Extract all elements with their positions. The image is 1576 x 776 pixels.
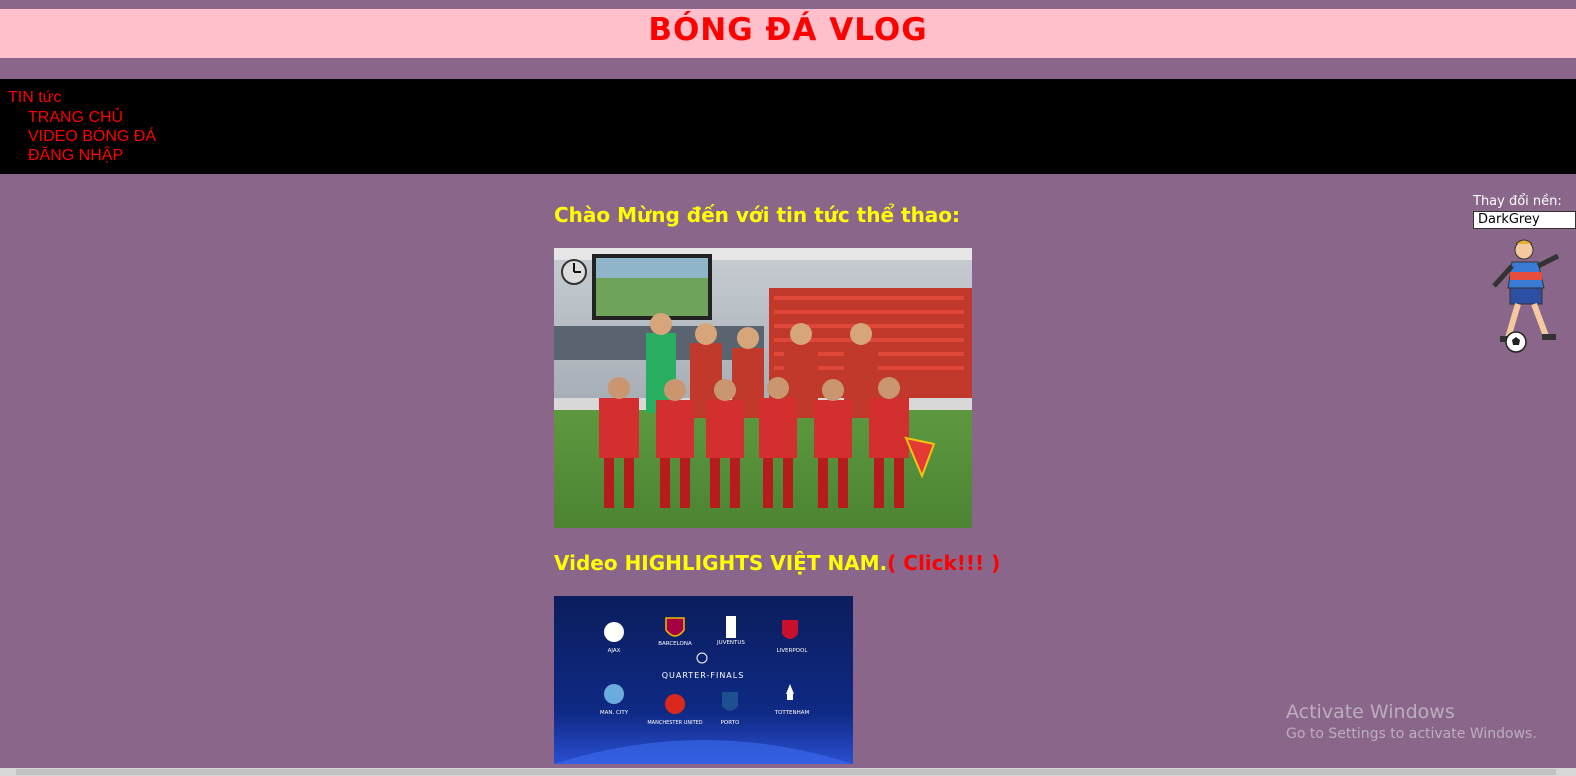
background-changer: Thay đổi nền: DarkGrey [1473,194,1576,229]
horizontal-scrollbar[interactable] [0,768,1576,776]
team-photo-illustration [554,248,972,528]
ucl-club-juventus: JUVENTUS [716,640,745,646]
football-player-clipart [1490,238,1566,358]
ucl-club-tottenham: TOTTENHAM [774,710,810,716]
ucl-club-mancity: MAN. CITY [600,710,629,716]
watermark-line1: Activate Windows [1286,701,1455,723]
video-click-link[interactable]: ( Click!!! ) [887,551,1000,575]
video-highlights-label: Video HIGHLIGHTS VIỆT NAM. [554,551,888,575]
ucl-club-barcelona: BARCELONA [658,641,692,647]
nav-submenu: TRANG CHỦ VIDEO BÓNG ĐÁ ĐĂNG NHẬP [28,108,156,165]
background-changer-label: Thay đổi nền: [1473,194,1562,209]
ucl-quarterfinals-image: AJAX BARCELONA JUVENTUS LIVERPOOL QUARTE… [554,596,853,764]
ucl-club-manutd: MANCHESTER UNITED [647,720,702,726]
nav-link-news[interactable]: TIN tức [8,89,61,107]
team-photo [554,248,972,528]
nav-item-home[interactable]: TRANG CHỦ [28,108,156,127]
nav-link-home[interactable]: TRANG CHỦ [28,108,156,127]
site-header: BÓNG ĐÁ VLOG [0,9,1576,58]
nav-item-news[interactable]: TIN tức [8,89,61,107]
main-nav: TIN tức TRANG CHỦ VIDEO BÓNG ĐÁ ĐĂNG NHẬ… [0,79,1576,174]
watermark-line2: Go to Settings to activate Windows. [1286,726,1537,742]
football-player-icon [1492,239,1560,353]
site-title: BÓNG ĐÁ VLOG [648,12,928,48]
video-highlights-line: Video HIGHLIGHTS VIỆT NAM.( Click!!! ) [554,551,1000,575]
top-strip [0,0,1576,9]
horizontal-scrollbar-thumb[interactable] [16,769,1556,775]
welcome-heading: Chào Mừng đến với tin tức thể thao: [554,203,961,227]
ucl-club-porto: PORTO [721,720,740,726]
nav-item-video[interactable]: VIDEO BÓNG ĐÁ [28,127,156,146]
ucl-club-ajax: AJAX [608,648,621,654]
nav-link-login[interactable]: ĐĂNG NHẬP [28,146,156,165]
activate-windows-watermark: Activate Windows Go to Settings to activ… [1286,701,1537,742]
ucl-round-label: QUARTER-FINALS [662,671,745,680]
nav-item-login[interactable]: ĐĂNG NHẬP [28,146,156,165]
nav-link-video[interactable]: VIDEO BÓNG ĐÁ [28,127,156,146]
ucl-club-liverpool: LIVERPOOL [777,648,809,654]
ucl-quarterfinals-illustration: AJAX BARCELONA JUVENTUS LIVERPOOL QUARTE… [554,596,853,764]
background-color-select[interactable]: DarkGrey [1473,211,1576,229]
